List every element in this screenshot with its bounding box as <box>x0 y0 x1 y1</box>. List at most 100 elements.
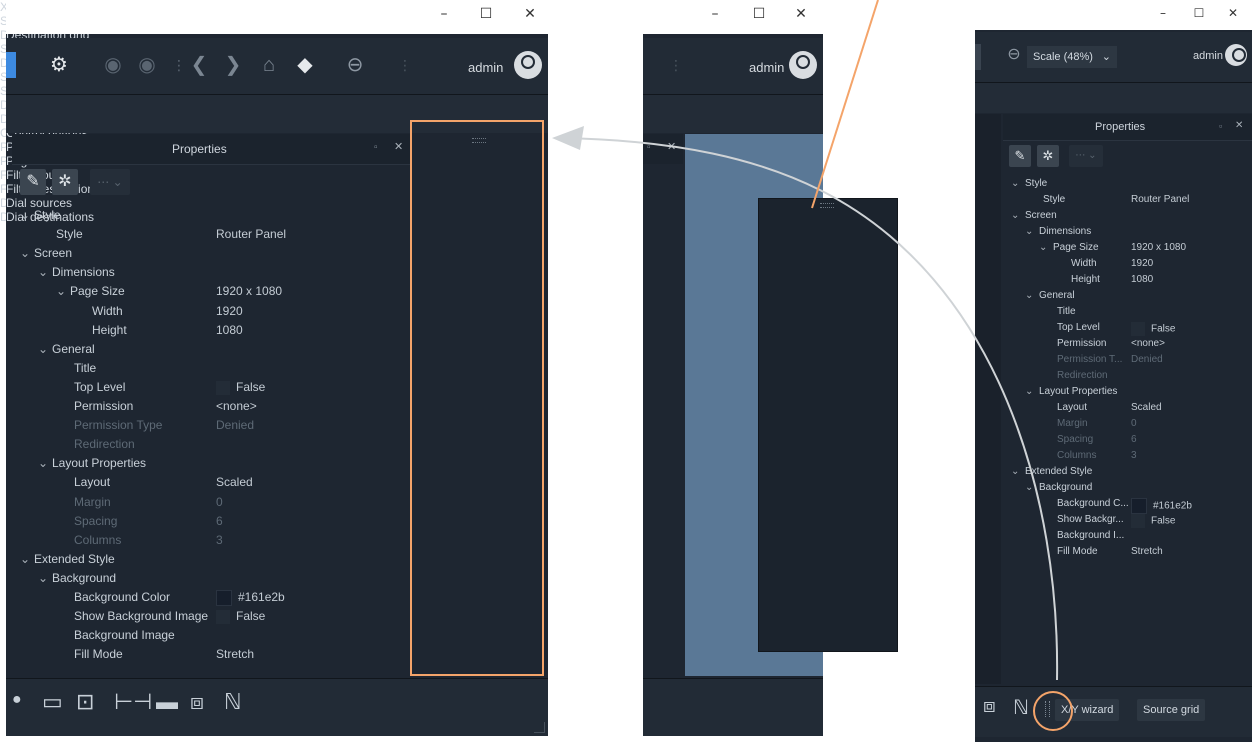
property-row[interactable]: ⌄ Page Size <box>1039 242 1099 253</box>
close-panel-icon[interactable]: ✕ <box>394 140 403 153</box>
chevron-down-icon[interactable]: ⌄ <box>1025 386 1039 397</box>
drag-handle-icon[interactable] <box>472 138 486 143</box>
dropdown-icon[interactable]: ⋯ ⌄ <box>90 169 130 195</box>
color-swatch[interactable] <box>1131 498 1147 514</box>
property-value[interactable]: 1920 x 1080 <box>1131 242 1186 253</box>
property-value[interactable]: 1920 <box>1131 258 1153 269</box>
property-row[interactable]: Width <box>1053 258 1097 269</box>
property-row[interactable]: Margin <box>56 495 111 509</box>
property-row[interactable]: ⌄ Extended Style <box>1011 466 1092 477</box>
speaker-icon[interactable]: ⧈ <box>190 689 204 715</box>
wave-icon[interactable]: ℕ <box>224 689 242 715</box>
property-value[interactable]: False <box>1131 514 1175 528</box>
forward-icon[interactable]: ❯ <box>220 52 246 78</box>
zoom-out-icon[interactable]: ⊖ <box>342 52 368 78</box>
property-value[interactable]: <none> <box>216 399 257 413</box>
user-avatar-icon[interactable] <box>1225 44 1247 66</box>
chevron-down-icon[interactable]: ⌄ <box>38 456 52 470</box>
layout-icon[interactable] <box>6 52 16 78</box>
property-row[interactable]: Permission Type <box>56 418 162 432</box>
property-value[interactable]: 1080 <box>216 323 243 337</box>
property-row[interactable]: Title <box>56 361 96 375</box>
property-row[interactable]: Background C... <box>1039 498 1129 509</box>
property-row[interactable]: ⌄ Background <box>1025 482 1092 493</box>
edit-icon[interactable]: ✎ <box>1009 145 1031 167</box>
property-row[interactable]: Permission <box>1039 338 1106 349</box>
float-icon[interactable]: ▫ <box>647 142 651 153</box>
edit-icon[interactable]: ✎ <box>20 169 46 195</box>
box-icon[interactable]: ⊡ <box>76 689 94 715</box>
close-panel-icon[interactable]: ✕ <box>1235 120 1243 131</box>
checkbox[interactable] <box>1131 514 1145 528</box>
chevron-down-icon[interactable]: ⌄ <box>1025 482 1039 493</box>
property-row[interactable]: ⌄ Dimensions <box>1025 226 1091 237</box>
property-row[interactable]: ⌄ Background <box>38 571 116 585</box>
property-value[interactable]: Scaled <box>216 475 253 489</box>
maximize-button[interactable]: ☐ <box>466 6 506 22</box>
color-swatch[interactable] <box>216 590 232 606</box>
property-row[interactable]: Title <box>1039 306 1076 317</box>
property-value[interactable]: 3 <box>1131 450 1137 461</box>
property-row[interactable]: ⌄ Screen <box>1011 210 1057 221</box>
property-row[interactable]: Top Level <box>56 380 125 394</box>
chevron-down-icon[interactable]: ⌄ <box>1011 210 1025 221</box>
property-value[interactable]: 6 <box>1131 434 1137 445</box>
property-value[interactable]: False <box>216 380 265 395</box>
chevron-down-icon[interactable]: ⌄ <box>1039 242 1053 253</box>
dropdown-icon[interactable]: ⋯ ⌄ <box>1069 145 1103 167</box>
property-value[interactable]: Router Panel <box>216 227 286 241</box>
back-icon[interactable]: ❮ <box>186 52 212 78</box>
property-row[interactable]: Width <box>74 304 123 318</box>
checkbox[interactable] <box>1131 322 1145 336</box>
property-value[interactable]: False <box>216 609 265 624</box>
property-row[interactable]: ⌄ Style <box>1011 178 1047 189</box>
chevron-down-icon[interactable]: ⌄ <box>1011 178 1025 189</box>
property-value[interactable]: False <box>1131 322 1175 336</box>
settings-icon[interactable]: ✲ <box>52 169 78 195</box>
drag-handle-icon[interactable] <box>820 203 834 208</box>
chevron-down-icon[interactable]: ⌄ <box>1025 290 1039 301</box>
property-value[interactable]: Denied <box>1131 354 1163 365</box>
property-row[interactable]: Redirection <box>56 437 135 451</box>
property-value[interactable]: <none> <box>1131 338 1165 349</box>
property-row[interactable]: ⌄ Layout Properties <box>38 456 146 470</box>
resize-grip-icon[interactable] <box>534 722 545 733</box>
property-row[interactable]: ⌄ General <box>38 342 95 356</box>
property-row[interactable]: Background I... <box>1039 530 1124 541</box>
dot-icon[interactable]: ● <box>12 691 22 709</box>
property-row[interactable]: Background Color <box>56 590 170 604</box>
property-row[interactable]: ⌄ General <box>1025 290 1075 301</box>
property-value[interactable]: 3 <box>216 533 223 547</box>
chevron-down-icon[interactable]: ⌄ <box>20 552 34 566</box>
property-row[interactable]: Style <box>1025 194 1065 205</box>
property-value[interactable]: #161e2b <box>1131 498 1192 514</box>
property-row[interactable]: Margin <box>1039 418 1088 429</box>
camera-icon[interactable]: ◉ <box>134 52 160 78</box>
property-row[interactable]: ⌄ Extended Style <box>20 552 115 566</box>
property-row[interactable]: Redirection <box>1039 370 1108 381</box>
checkbox[interactable] <box>216 380 230 395</box>
property-row[interactable]: Permission T... <box>1039 354 1122 365</box>
property-value[interactable]: 0 <box>216 495 223 509</box>
minimize-button[interactable]: – <box>424 6 464 22</box>
slider-icon[interactable]: ▭ <box>42 689 63 715</box>
user-avatar-icon[interactable] <box>789 51 817 79</box>
property-row[interactable]: Fill Mode <box>1039 546 1098 557</box>
camera-icon[interactable]: ◉ <box>100 52 126 78</box>
property-row[interactable]: ⌄ Page Size <box>56 284 125 298</box>
property-row[interactable]: Top Level <box>1039 322 1100 333</box>
close-button[interactable]: ✕ <box>781 6 821 22</box>
property-value[interactable]: Router Panel <box>1131 194 1189 205</box>
maximize-button[interactable]: ☐ <box>739 6 779 22</box>
wave-icon[interactable]: ℕ <box>1013 695 1029 720</box>
property-row[interactable]: Columns <box>1039 450 1096 461</box>
property-row[interactable]: Layout <box>56 475 110 489</box>
chevron-down-icon[interactable]: ⌄ <box>20 208 34 222</box>
zoom-out-icon[interactable]: ⊖ <box>1001 42 1027 68</box>
property-row[interactable]: Spacing <box>1039 434 1093 445</box>
property-row[interactable]: ⌄ Dimensions <box>38 265 115 279</box>
property-row[interactable]: Style <box>38 227 83 241</box>
close-button[interactable]: ✕ <box>510 6 548 22</box>
property-value[interactable]: #161e2b <box>216 590 285 606</box>
minimize-button[interactable]: – <box>1143 6 1183 20</box>
